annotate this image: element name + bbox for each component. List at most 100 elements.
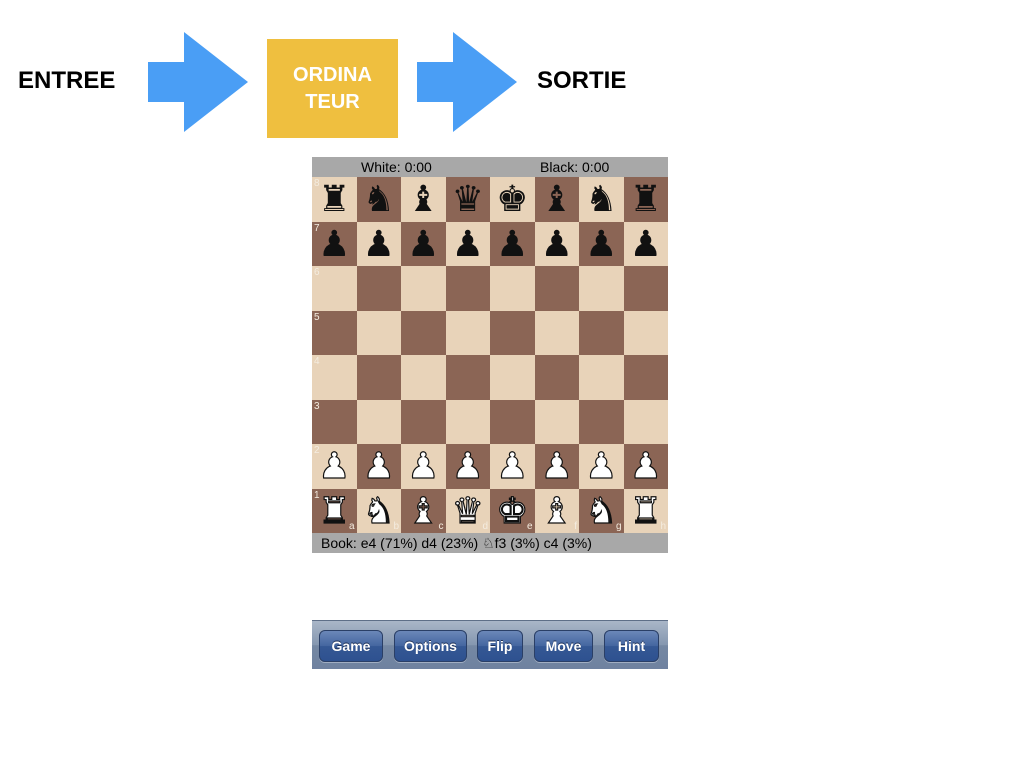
square-f3[interactable] [534,399,579,444]
square-f5[interactable] [534,310,579,355]
move-button[interactable]: Move [534,630,593,662]
black-pawn-icon[interactable]: ♟ [585,226,617,263]
flip-button[interactable]: Flip [477,630,523,662]
black-pawn-icon[interactable]: ♟ [407,226,439,263]
square-a3[interactable]: 3 [312,399,357,444]
white-pawn-icon[interactable]: ♟ [496,448,529,485]
white-bishop-icon[interactable]: ♝ [407,493,440,530]
square-h7[interactable]: ♟ [623,221,668,266]
square-a4[interactable]: 4 [312,355,357,400]
square-b5[interactable] [356,310,401,355]
square-a8[interactable]: 8 ♜ [312,177,357,222]
white-bishop-icon[interactable]: ♝ [540,493,573,530]
square-e5[interactable] [490,310,535,355]
white-pawn-icon[interactable]: ♟ [318,448,351,485]
black-pawn-icon[interactable]: ♟ [496,226,528,263]
square-h5[interactable] [623,310,668,355]
square-c2[interactable]: ♟ [401,444,446,489]
square-h3[interactable] [623,399,668,444]
square-h4[interactable] [623,355,668,400]
black-knight-icon[interactable]: ♞ [585,182,617,218]
square-g5[interactable] [579,310,624,355]
white-pawn-icon[interactable]: ♟ [585,448,618,485]
black-pawn-icon[interactable]: ♟ [363,226,395,263]
square-g8[interactable]: ♞ [579,177,624,222]
black-rook-icon[interactable]: ♜ [630,182,662,218]
square-g6[interactable] [579,266,624,311]
square-h1[interactable]: h ♜ [623,488,668,533]
white-pawn-icon[interactable]: ♟ [540,448,573,485]
black-pawn-icon[interactable]: ♟ [452,226,484,263]
square-a5[interactable]: 5 [312,310,357,355]
black-bishop-icon[interactable]: ♝ [541,182,573,218]
square-c1[interactable]: c ♝ [401,488,446,533]
square-f4[interactable] [534,355,579,400]
black-bishop-icon[interactable]: ♝ [407,182,439,218]
square-e2[interactable]: ♟ [490,444,535,489]
square-g2[interactable]: ♟ [579,444,624,489]
square-b6[interactable] [356,266,401,311]
square-b1[interactable]: b ♞ [356,488,401,533]
square-g7[interactable]: ♟ [579,221,624,266]
square-d1[interactable]: d ♛ [445,488,490,533]
chess-board[interactable]: 8 ♜ ♞ ♝ ♛ ♚ ♝ ♞ ♜ 7 ♟ ♟ ♟ ♟ ♟ ♟ ♟ ♟ 6 5 4 3 2 ♟ ♟ ♟ ♟ ♟ ♟ ♟ ♟ 1 a ♜ b ♞ c ♝ d ♛… [312,177,668,533]
square-d5[interactable] [445,310,490,355]
white-queen-icon[interactable]: ♛ [451,493,484,530]
square-d6[interactable] [445,266,490,311]
white-pawn-icon[interactable]: ♟ [629,448,662,485]
square-a7[interactable]: 7 ♟ [312,221,357,266]
square-e1[interactable]: e ♚ [490,488,535,533]
hint-button[interactable]: Hint [604,630,659,662]
white-king-icon[interactable]: ♚ [496,493,529,530]
square-b4[interactable] [356,355,401,400]
white-pawn-icon[interactable]: ♟ [362,448,395,485]
square-f7[interactable]: ♟ [534,221,579,266]
white-rook-icon[interactable]: ♜ [629,493,662,530]
square-f6[interactable] [534,266,579,311]
white-rook-icon[interactable]: ♜ [318,493,351,530]
square-g1[interactable]: g ♞ [579,488,624,533]
square-f2[interactable]: ♟ [534,444,579,489]
black-queen-icon[interactable]: ♛ [452,182,484,218]
square-c6[interactable] [401,266,446,311]
game-button[interactable]: Game [319,630,383,662]
black-knight-icon[interactable]: ♞ [363,182,395,218]
square-b7[interactable]: ♟ [356,221,401,266]
square-c8[interactable]: ♝ [401,177,446,222]
square-b2[interactable]: ♟ [356,444,401,489]
black-pawn-icon[interactable]: ♟ [318,226,350,263]
square-c3[interactable] [401,399,446,444]
square-b8[interactable]: ♞ [356,177,401,222]
black-pawn-icon[interactable]: ♟ [541,226,573,263]
square-a6[interactable]: 6 [312,266,357,311]
square-g3[interactable] [579,399,624,444]
square-f1[interactable]: f ♝ [534,488,579,533]
square-b3[interactable] [356,399,401,444]
square-e7[interactable]: ♟ [490,221,535,266]
square-d3[interactable] [445,399,490,444]
black-pawn-icon[interactable]: ♟ [630,226,662,263]
white-knight-icon[interactable]: ♞ [362,493,395,530]
square-c5[interactable] [401,310,446,355]
square-a2[interactable]: 2 ♟ [312,444,357,489]
square-d7[interactable]: ♟ [445,221,490,266]
square-h6[interactable] [623,266,668,311]
square-g4[interactable] [579,355,624,400]
black-king-icon[interactable]: ♚ [496,182,528,218]
square-e8[interactable]: ♚ [490,177,535,222]
white-pawn-icon[interactable]: ♟ [407,448,440,485]
square-h8[interactable]: ♜ [623,177,668,222]
white-knight-icon[interactable]: ♞ [585,493,618,530]
square-a1[interactable]: 1 a ♜ [312,488,357,533]
square-c4[interactable] [401,355,446,400]
square-e6[interactable] [490,266,535,311]
square-e4[interactable] [490,355,535,400]
square-d4[interactable] [445,355,490,400]
square-f8[interactable]: ♝ [534,177,579,222]
black-rook-icon[interactable]: ♜ [318,182,350,218]
square-d2[interactable]: ♟ [445,444,490,489]
square-h2[interactable]: ♟ [623,444,668,489]
options-button[interactable]: Options [394,630,467,662]
square-e3[interactable] [490,399,535,444]
square-d8[interactable]: ♛ [445,177,490,222]
